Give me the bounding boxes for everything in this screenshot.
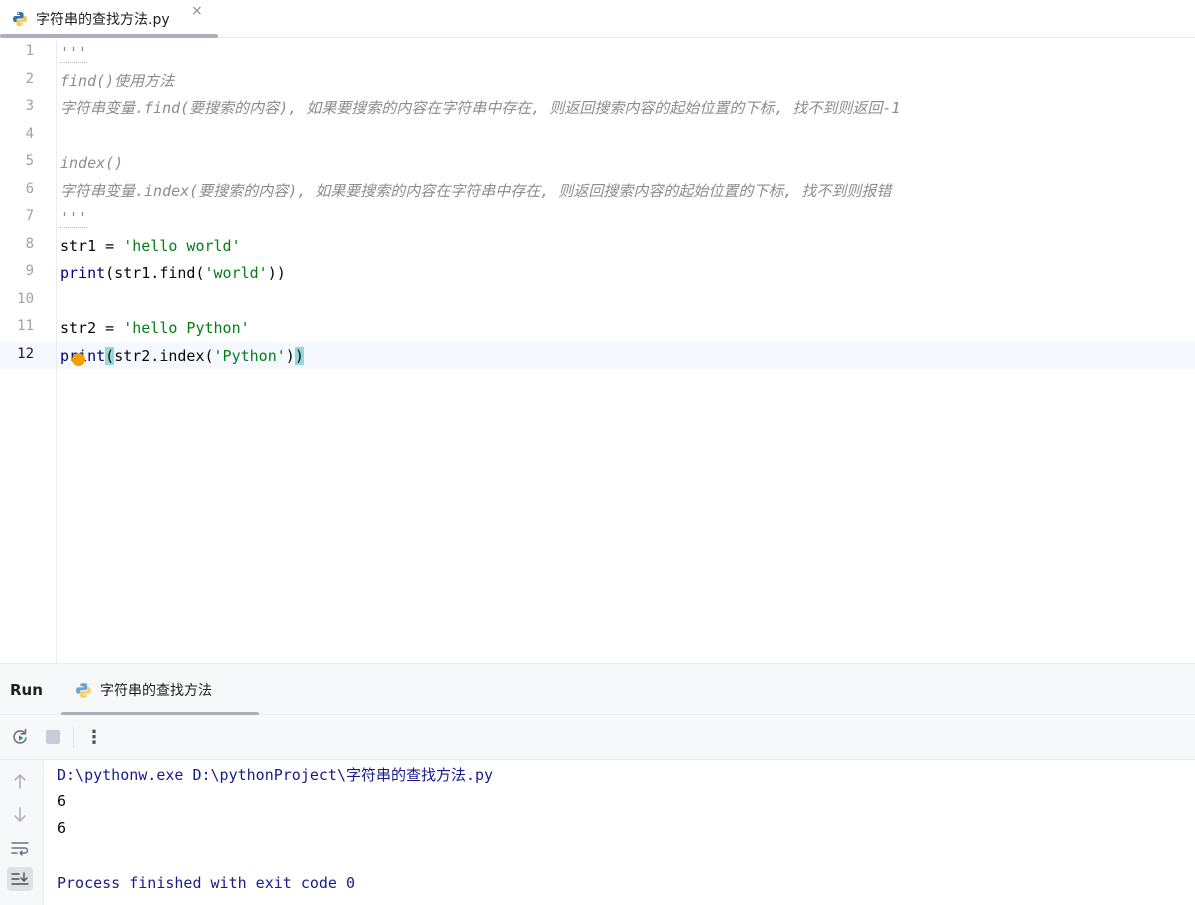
console-line: 6 [57,819,67,837]
comment-text: index() [60,154,124,172]
code-text: 字符串变量.find(要搜索的内容), 如果要搜索的内容在字符串中存在, 则返回… [60,98,900,118]
code-text: str2 = 'hello Python' [60,318,250,338]
code-text: print(str2.index('Python')) [60,346,304,366]
code-area[interactable]: 1 ''' 2 find()使用方法 3 字符串变量.find(要搜索的内容), 如果要搜… [0,39,1195,369]
comment-text: 字符串变量.find(要搜索的内容), 如果要搜索的内容在字符串中存在, 则返回… [60,99,901,117]
code-token: str2.index( [114,346,214,365]
code-line[interactable]: 3 字符串变量.find(要搜索的内容), 如果要搜索的内容在字符串中存在, 则返… [0,94,1195,122]
arrow-down-icon [14,807,26,822]
more-vertical-icon: ⋮ [85,726,103,748]
python-file-icon [13,12,27,26]
run-toolbar: ⋮ [0,715,1195,760]
python-run-icon [76,682,91,698]
console-line: Process finished with exit code 0 [57,874,356,892]
code-token: )) [267,264,286,282]
code-line[interactable]: 12print(str2.index('Python')) [0,341,1195,369]
code-line[interactable]: 10 [0,287,1195,315]
code-line[interactable]: 7 ''' [0,204,1195,232]
code-token: ( [105,346,115,365]
run-tool-window-header: Run 字符串的查找方法 × [0,663,1195,716]
code-token: str1 = [60,236,124,255]
scroll-up-button[interactable] [7,769,33,793]
docstring-quotes: ''' [60,44,88,63]
editor-tab[interactable]: 字符串的查找方法.py [0,0,218,38]
code-text: ''' [60,43,88,63]
close-tab-icon[interactable]: × [191,3,203,19]
editor-tab-title: 字符串的查找方法.py [36,12,170,28]
code-token: print [60,264,106,282]
code-token: 'world' [204,264,268,282]
code-token: (str1.find( [105,264,205,282]
code-line[interactable]: 8 str1 = 'hello world' [0,232,1195,260]
rerun-icon [13,728,27,744]
code-line[interactable]: 11 str2 = 'hello Python' [0,314,1195,342]
console-line: 6 [57,791,67,810]
code-editor[interactable]: 1 ''' 2 find()使用方法 3 字符串变量.find(要搜索的内容), 如果要搜… [0,39,1195,663]
code-line[interactable]: 6 字符串变量.index(要搜索的内容), 如果要搜索的内容在字符串中存在, 则… [0,177,1195,205]
active-tab-indicator [0,34,218,38]
code-line[interactable]: 2 find()使用方法 [0,67,1195,95]
run-config-tab[interactable]: 字符串的查找方法 [75,664,212,716]
line-number-gutter [0,39,57,663]
code-text: str1 = 'hello world' [60,236,241,256]
code-line[interactable]: 4 [0,122,1195,150]
rerun-button[interactable] [9,726,31,748]
console-side-toolbar [0,760,44,905]
code-line[interactable]: 9 print(str1.find('world')) [0,259,1195,287]
stop-icon [46,730,60,744]
code-token: 'hello world' [123,236,241,255]
comment-text: 字符串变量.index(要搜索的内容), 如果要搜索的内容在字符串中存在, 则返… [60,181,892,200]
editor-tab-bar: 字符串的查找方法.py × [0,0,1195,38]
close-run-tab-icon[interactable]: × [157,681,169,697]
scroll-down-button[interactable] [7,803,33,827]
stop-button[interactable] [42,726,64,748]
code-line[interactable]: 1 ''' [0,39,1195,67]
intention-bulb-icon[interactable] [72,353,85,366]
run-tab-title: 字符串的查找方法 [100,683,212,699]
soft-wrap-button[interactable] [7,836,33,860]
soft-wrap-icon [11,842,29,856]
code-text: 字符串变量.index(要搜索的内容), 如果要搜索的内容在字符串中存在, 则返… [60,181,891,201]
comment-text: find()使用方法 [60,71,175,90]
scroll-to-end-icon [11,872,29,885]
scroll-to-end-button[interactable] [7,867,33,891]
code-token: 'hello Python' [123,319,250,337]
code-text: print(str1.find('world')) [60,263,286,283]
more-options-button[interactable]: ⋮ [83,726,105,748]
code-token: 'Python' [213,346,286,365]
arrow-up-icon [14,774,26,789]
toolbar-separator [73,726,74,748]
code-text: index() [60,153,123,173]
code-token: str2 = [60,319,124,337]
code-text: ''' [60,208,88,228]
run-panel-title: Run [10,681,43,699]
code-token: ) [285,346,295,365]
code-token: ) [294,346,304,365]
docstring-quotes: ''' [60,209,88,228]
console-line: D:\pythonw.exe D:\pythonProject\字符串的查找方法… [57,766,494,784]
code-text: find()使用方法 [60,71,174,91]
code-line[interactable]: 5 index() [0,149,1195,177]
console-output[interactable]: D:\pythonw.exe D:\pythonProject\字符串的查找方法… [45,760,1195,905]
